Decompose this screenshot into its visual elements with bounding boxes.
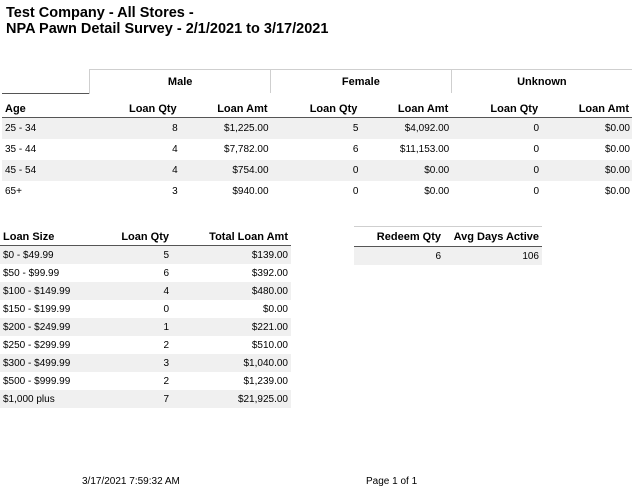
table-cell: $11,153.00 — [399, 143, 450, 155]
table-cell: 6 — [352, 143, 359, 155]
table-cell: 8 — [172, 122, 178, 134]
page-number: Page 1 of 1 — [366, 476, 418, 487]
table-cell: $480.00 — [251, 285, 288, 297]
table-cell: $250 - $299.99 — [3, 339, 71, 351]
table-cell: 0 — [533, 143, 540, 155]
table-cell: $4,092.00 — [404, 122, 450, 134]
column-header: Loan Amt — [360, 93, 452, 118]
table-cell: 35 - 44 — [5, 143, 37, 155]
table-cell: 106 — [522, 250, 539, 262]
redeem-table: Redeem Qty Avg Days Active 6 106 — [354, 226, 542, 265]
group-header: Male — [89, 69, 271, 93]
table-cell: $139.00 — [251, 249, 288, 261]
column-header: Loan Amt — [179, 93, 271, 118]
table-cell: $1,000 plus — [3, 393, 55, 405]
report-title: Test Company - All Stores - — [6, 5, 194, 21]
table-cell: $150 - $199.99 — [3, 303, 71, 315]
report-subtitle: NPA Pawn Detail Survey - 2/1/2021 to 3/1… — [6, 21, 329, 37]
table-cell: 4 — [163, 285, 169, 297]
table-cell: $21,925.00 — [237, 393, 288, 405]
table-cell: 0 — [352, 185, 359, 197]
column-header: Loan Qty — [89, 93, 180, 118]
table-cell: 0 — [533, 164, 540, 176]
table-cell: 2 — [163, 339, 169, 351]
group-header: Unknown — [450, 69, 632, 93]
column-header: Avg Days Active — [444, 226, 542, 247]
table-cell: 6 — [163, 267, 169, 279]
column-header: Redeem Qty — [354, 226, 444, 247]
table-cell: 2 — [163, 375, 169, 387]
column-header: Loan Amt — [541, 93, 632, 118]
table-cell: 0 — [352, 164, 359, 176]
table-cell: 3 — [163, 357, 169, 369]
table-row: $500 - $999.99 2 $1,239.00 — [0, 372, 291, 390]
table-row: 65+ 3 $940.00 0 $0.00 0 $0.00 — [2, 181, 632, 202]
table-row: $100 - $149.99 4 $480.00 — [0, 282, 291, 300]
table-cell: $50 - $99.99 — [3, 267, 60, 279]
table-cell: 45 - 54 — [5, 164, 37, 176]
table-cell: 0 — [163, 303, 169, 315]
column-header: Loan Size — [0, 228, 106, 246]
table-cell: $940.00 — [232, 185, 269, 197]
table-cell: 1 — [163, 321, 169, 333]
table-row: 25 - 34 8 $1,225.00 5 $4,092.00 0 $0.00 — [2, 117, 632, 139]
table-cell: $500 - $999.99 — [3, 375, 71, 387]
column-header: Total Loan Amt — [172, 228, 291, 246]
column-header: Loan Qty — [270, 93, 361, 118]
table-cell: $1,040.00 — [243, 357, 289, 369]
table-row: $150 - $199.99 0 $0.00 — [0, 300, 291, 318]
table-cell: $0.00 — [604, 122, 630, 134]
table-cell: $221.00 — [251, 321, 288, 333]
table-cell: $0 - $49.99 — [3, 249, 54, 261]
table-row: $200 - $249.99 1 $221.00 — [0, 318, 291, 336]
print-timestamp: 3/17/2021 7:59:32 AM — [82, 476, 180, 487]
table-cell: 3 — [172, 185, 178, 197]
table-cell: 5 — [163, 249, 169, 261]
table-row: $0 - $49.99 5 $139.00 — [0, 245, 291, 264]
column-header: Loan Qty — [451, 93, 542, 118]
table-cell: 5 — [352, 122, 359, 134]
table-cell: $510.00 — [251, 339, 288, 351]
table-cell: $100 - $149.99 — [3, 285, 71, 297]
table-cell: 25 - 34 — [5, 122, 37, 134]
table-cell: $0.00 — [604, 143, 630, 155]
table-cell: $1,225.00 — [224, 122, 269, 134]
table-row: 6 106 — [354, 246, 542, 265]
table-row: $50 - $99.99 6 $392.00 — [0, 264, 291, 282]
loan-size-table: Loan Size Loan Qty Total Loan Amt $0 - $… — [0, 228, 291, 408]
table-cell: $0.00 — [424, 164, 450, 176]
table-cell: $7,782.00 — [224, 143, 269, 155]
table-cell: $0.00 — [604, 164, 630, 176]
table-cell: 4 — [172, 164, 178, 176]
table-row: $250 - $299.99 2 $510.00 — [0, 336, 291, 354]
table-cell: $754.00 — [232, 164, 269, 176]
table-cell: $1,239.00 — [243, 375, 289, 387]
table-row: $1,000 plus 7 $21,925.00 — [0, 390, 291, 408]
table-cell: $0.00 — [424, 185, 450, 197]
table-cell: 0 — [533, 122, 540, 134]
table-cell: 4 — [172, 143, 178, 155]
table-cell: 65+ — [5, 185, 22, 197]
column-header: Loan Qty — [106, 228, 172, 246]
table-cell: $0.00 — [262, 303, 288, 315]
age-table: Male Female Unknown Age Loan Qty Loan Am… — [2, 69, 632, 202]
table-cell: $300 - $499.99 — [3, 357, 71, 369]
table-cell: $200 - $249.99 — [3, 321, 71, 333]
table-cell: $392.00 — [251, 267, 288, 279]
table-row: $300 - $499.99 3 $1,040.00 — [0, 354, 291, 372]
table-cell: 6 — [435, 250, 441, 262]
table-row: 45 - 54 4 $754.00 0 $0.00 0 $0.00 — [2, 159, 632, 181]
table-cell: $0.00 — [604, 185, 630, 197]
column-header: Age — [2, 92, 90, 118]
table-cell: 0 — [533, 185, 540, 197]
table-cell: 7 — [163, 393, 169, 405]
table-row: 35 - 44 4 $7,782.00 6 $11,153.00 0 $0.00 — [2, 139, 632, 160]
group-header: Female — [270, 69, 452, 93]
